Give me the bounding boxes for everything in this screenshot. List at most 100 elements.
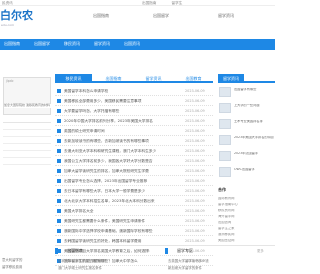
news-title[interactable]: 加拿大留学读研究生的排名，加拿大院校研究生学费 (64, 169, 179, 173)
header-link-study[interactable]: 出国留学 (153, 13, 169, 19)
news-title[interactable]: 美国移民全部费用多少，美国移民需要注意事项 (64, 99, 179, 103)
nav-item-abroad[interactable]: 出国资讯 (124, 41, 140, 47)
top-bar-text: 民资讯 (2, 1, 13, 5)
section-link[interactable]: 加拿大本科大学学费在哪里报到 (58, 259, 105, 263)
news-date: 2023-06-09 (185, 228, 205, 233)
news-row[interactable]: 去日本留学有哪些大学，日本大学一般学费是多少 2023-06-09 (55, 187, 213, 196)
section-link[interactable]: 去英国大学留学读书多少钱 (168, 259, 209, 263)
nav-item-immigration[interactable]: 移民资讯 (64, 41, 80, 47)
bullet-icon (57, 209, 61, 213)
thumb-item[interactable]: 土木专业美国排名排 (219, 119, 274, 133)
thumb-text[interactable]: 2023年法国留学 (234, 152, 274, 156)
bullet-icon (57, 119, 61, 123)
bullet-icon (57, 129, 61, 133)
section-bar (55, 248, 58, 254)
bullet-icon (57, 99, 61, 103)
header-link-guide[interactable]: 出国指南 (93, 13, 109, 19)
feature-image-caption: jlpdc (6, 79, 14, 83)
more-link[interactable]: 更多 (143, 249, 150, 253)
thumb-item[interactable]: 2023年法国留学 (219, 151, 274, 165)
feature-image-subcaption: 加拿大国际院校 澳移民教育的材料 (4, 103, 52, 108)
bullet-icon (57, 189, 61, 193)
news-date: 2023-06-09 (185, 218, 205, 223)
section-heading: 出国指南 (67, 248, 83, 253)
thumb-item[interactable]: 上大学的一些问题 (219, 103, 274, 117)
nav-item-news[interactable]: 留学资讯 (94, 41, 110, 47)
thumb-text[interactable]: 上大学的一些问题 (234, 104, 274, 108)
thumb-text[interactable]: 2023年美国大学排名的特点 (234, 136, 274, 140)
nav-item-study[interactable]: 出国留学 (34, 41, 50, 47)
tab-immigration[interactable]: 移民资讯 (55, 74, 92, 83)
site-logo-subtitle: edu.com (1, 23, 15, 27)
tab-education[interactable]: 出国教育 (175, 74, 212, 83)
news-row[interactable]: 美国研究生都需要什么条件，美国研究生申请条件 2023-06-09 (55, 217, 213, 226)
feature-image[interactable]: jlpdc 加拿大国际院校 澳移民教育的材料 (3, 77, 52, 115)
top-link-students[interactable]: 留学生 (172, 1, 183, 5)
news-date: 2023-06-09 (185, 178, 205, 183)
bullet-icon (57, 179, 61, 183)
thumb-image (219, 119, 231, 129)
header-link-news[interactable]: 留学资讯 (218, 13, 234, 19)
thumb-text[interactable]: 土木专业美国排名排 (234, 120, 274, 124)
news-row[interactable]: 出国留学专业怎么选择，2023年出国留学专业推荐 2023-06-09 (55, 177, 213, 186)
thumb-item[interactable]: 2023年美国大学排名的特点 (219, 135, 274, 149)
news-row[interactable]: 去澳大利亚大学本科和研究生课程，澳门大学本科生多少 2023-06-09 (55, 147, 213, 156)
news-row[interactable]: 美国移民全部费用多少，美国移民需要注意事项 2023-06-09 (55, 97, 213, 106)
thumb-image (219, 103, 231, 113)
news-title[interactable]: 去韩国留学读研究生的好处，韩国本科留学费用 (64, 239, 179, 243)
nav-item-guide[interactable]: 出国指南 (4, 41, 20, 47)
links-title: 合作 (218, 187, 226, 192)
link-list: 国际教育网 留学指南中心 移民资讯网 海外留学网 出国咨询 留学生之家 澳洲移民网 美国签证网 (218, 197, 275, 245)
news-title[interactable]: 英国的硕士研究申请时间 (64, 129, 179, 133)
news-row[interactable]: 加拿大留学读研究生的排名，加拿大院校研究生学费 2023-06-09 (55, 167, 213, 176)
news-row[interactable]: 大学要留学吗怎，大学托福有哪些 2023-06-09 (55, 107, 213, 116)
top-bar: 民资讯 出国指南 留学生 (0, 0, 275, 6)
news-title[interactable]: 去新加坡读书的有哪些，去新加坡读书的有哪些事项 (64, 139, 179, 143)
news-row[interactable]: 美国大学排名大全 2023-06-09 (55, 207, 213, 216)
news-title[interactable]: 大学要留学吗怎，大学托福有哪些 (64, 109, 179, 113)
news-title[interactable]: 北大北京大学本科招生名单，2023年北大本科分数出来 (64, 199, 179, 203)
news-date: 2023-06-09 (185, 168, 205, 173)
news-row[interactable]: 英国的硕士研究申请时间 2023-06-09 (55, 127, 213, 136)
news-title[interactable]: 澳新国际中学选择学校申请基础，澳新国际学校有哪些 (64, 229, 179, 233)
bullet-icon (57, 199, 61, 203)
news-row[interactable]: 北大北京大学本科招生名单，2023年北大本科分数出来 2023-06-09 (55, 197, 213, 206)
thumb-item[interactable]: OWC出国留学 (219, 167, 274, 181)
bottom-left-link-2[interactable]: 留学移民费用 (2, 265, 22, 269)
news-title[interactable]: 美国研究生都需要什么条件，美国研究生申请条件 (64, 219, 179, 223)
thumb-text[interactable]: 出国留学有哪些 (234, 88, 274, 92)
news-title[interactable]: 美国大学排名大全 (64, 209, 179, 213)
section-bar (165, 248, 168, 254)
tab-study-news[interactable]: 留学资讯 (135, 74, 172, 83)
right-heading: 留学资讯 (218, 74, 275, 83)
top-link-guide[interactable]: 出国指南 (142, 1, 156, 5)
news-date: 2023-06-09 (185, 208, 205, 213)
site-logo[interactable]: 白尔农 (0, 9, 33, 22)
thumb-text[interactable]: OWC出国留学 (234, 168, 274, 172)
news-title[interactable]: 出国留学专业怎么选择，2023年出国留学专业推荐 (64, 179, 179, 183)
news-date: 2023-06-09 (185, 188, 205, 193)
section-link[interactable]: 新加坡大学留学的条件 (168, 266, 202, 270)
news-title[interactable]: 2020年中国大学排名前列分享，2023年美国大学排名 (64, 119, 179, 123)
news-row[interactable]: 澳新国际中学选择学校申请基础，澳新国际学校有哪些 2023-06-09 (55, 227, 213, 236)
news-date: 2023-06-09 (185, 148, 205, 153)
section-link[interactable]: 澳门大学硕士研究生报名条件 (58, 266, 102, 270)
bullet-icon (57, 219, 61, 223)
news-row[interactable]: 2020年中国大学排名前列分享，2023年美国大学排名 2023-06-09 (55, 117, 213, 126)
thumb-image (219, 87, 231, 97)
bottom-section-guide: 出国指南 更多 加拿大本科大学学费在哪里报到 澳门大学硕士研究生报名条件 (55, 246, 160, 274)
news-row[interactable]: 我国公立大学排名前多少，我国各大学好大学分数是否 2023-06-09 (55, 157, 213, 166)
news-title[interactable]: 去澳大利亚大学本科和研究生课程，澳门大学本科生多少 (64, 149, 179, 153)
tab-guide[interactable]: 出国指南 (95, 74, 132, 83)
right-heading-label: 留学资讯 (218, 74, 244, 83)
news-title[interactable]: 去日本留学有哪些大学，日本大学一般学费是多少 (64, 189, 179, 193)
news-title[interactable]: 美国留学本科怎么申请学校 (64, 89, 179, 93)
news-date: 2023-06-09 (185, 138, 205, 143)
news-title[interactable]: 我国公立大学排名前多少，我国各大学好大学分数是否 (64, 159, 179, 163)
more-link[interactable]: 更多 (257, 249, 264, 253)
bottom-left-link-1[interactable]: 意大利留学的 (2, 258, 22, 262)
news-row[interactable]: 去新加坡读书的有哪些，去新加坡读书的有哪些事项 2023-06-09 (55, 137, 213, 146)
bullet-icon (57, 109, 61, 113)
news-row[interactable]: 美国留学本科怎么申请学校 2023-06-09 (55, 87, 213, 96)
thumb-item[interactable]: 出国留学有哪些 (219, 87, 274, 101)
